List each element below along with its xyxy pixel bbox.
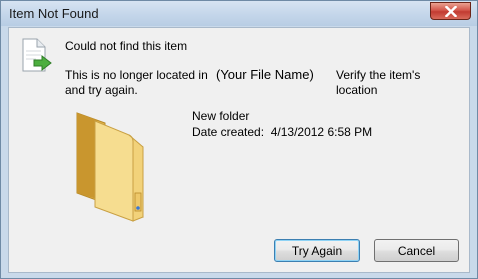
document-arrow-icon (22, 38, 52, 72)
date-label: Date created: (192, 125, 265, 139)
title-bar[interactable]: Item Not Found (1, 1, 477, 26)
date-value: 4/13/2012 6:58 PM (270, 125, 373, 139)
try-again-button[interactable]: Try Again (274, 239, 360, 262)
message-text-2: Verify the item's location (336, 68, 421, 97)
dialog-body: Could not find this item This is no long… (8, 27, 470, 273)
dialog-window: Item Not Found Could not find this item … (0, 0, 478, 279)
dialog-heading: Could not find this item (65, 39, 188, 53)
item-date: Date created: 4/13/2012 6:58 PM (192, 125, 372, 139)
close-button[interactable] (430, 2, 471, 20)
file-name-text: (Your File Name) (216, 67, 314, 82)
close-icon (445, 6, 457, 17)
cancel-button[interactable]: Cancel (374, 239, 459, 262)
dialog-message: This is no longer located in (Your File … (65, 67, 465, 98)
folder-icon (76, 112, 144, 222)
message-text-1: This is no longer located in (65, 68, 208, 82)
window-title: Item Not Found (9, 6, 99, 21)
item-name: New folder (192, 109, 250, 123)
